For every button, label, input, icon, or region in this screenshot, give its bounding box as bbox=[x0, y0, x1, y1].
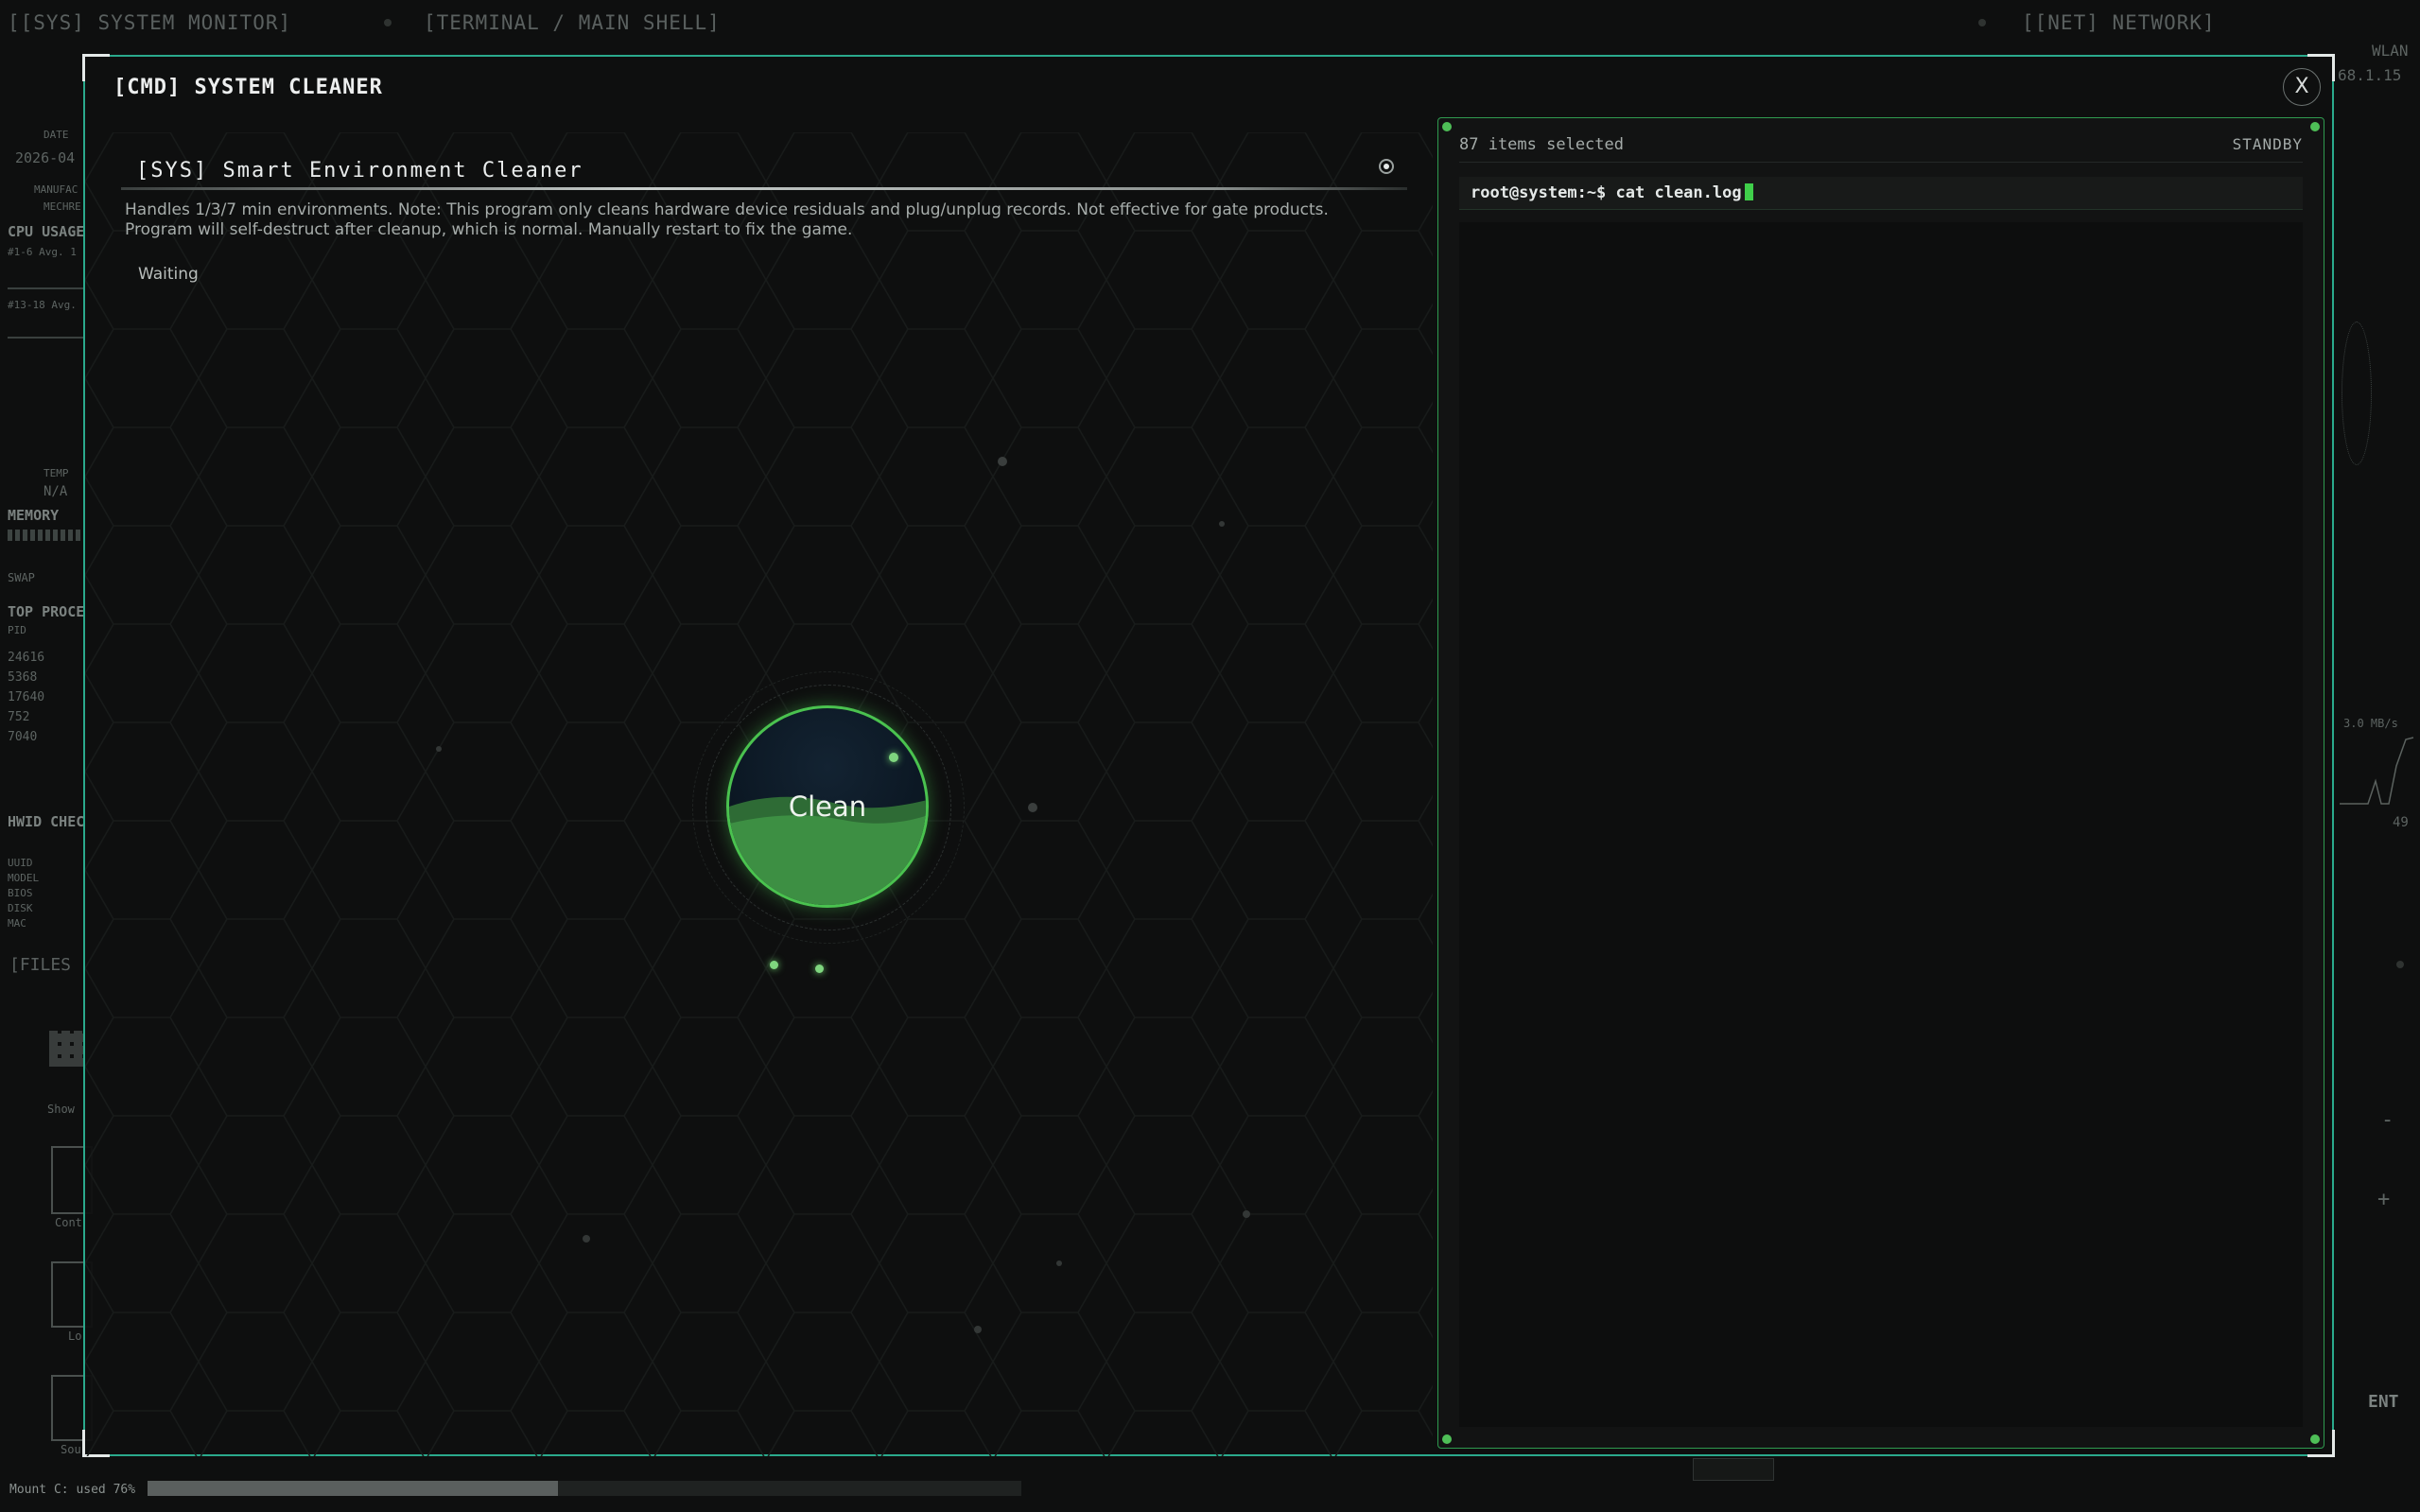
enter-key[interactable]: ENT bbox=[2368, 1392, 2399, 1412]
rate-graph bbox=[2340, 737, 2414, 805]
zoom-in-button[interactable]: + bbox=[2377, 1188, 2390, 1211]
mount-label: Mount C: used 76% bbox=[9, 1483, 136, 1497]
panel-dot bbox=[384, 19, 392, 26]
memory-grid bbox=[8, 530, 83, 541]
folder-label: Sou bbox=[61, 1443, 81, 1456]
hwid-row: MODEL bbox=[8, 872, 40, 884]
mount-usage-bar bbox=[148, 1481, 1021, 1496]
show-label: Show bbox=[47, 1103, 75, 1116]
rate-value: 49 bbox=[2393, 815, 2409, 830]
hwid-label: HWID CHEC bbox=[8, 813, 85, 830]
clean-button-label: Clean bbox=[788, 791, 867, 823]
modal-corner bbox=[82, 54, 110, 81]
grid-view-icon[interactable] bbox=[49, 1031, 85, 1067]
hwid-row: UUID bbox=[8, 857, 33, 869]
prompt-text: root@system:~$ bbox=[1471, 183, 1616, 202]
taskbar-button[interactable] bbox=[1693, 1458, 1774, 1481]
temp-value: N/A bbox=[44, 484, 68, 499]
globe-icon bbox=[2342, 322, 2372, 465]
mech-label: MECHRE bbox=[44, 200, 81, 213]
spark bbox=[770, 961, 778, 969]
ip-value: 68.1.15 bbox=[2338, 66, 2402, 84]
hwid-row: MAC bbox=[8, 917, 26, 930]
cpu-graph-1 bbox=[8, 287, 83, 289]
selected-count: 87 items selected bbox=[1459, 135, 1624, 154]
terminal-corner-dot bbox=[1442, 122, 1452, 131]
title-divider bbox=[121, 187, 1407, 190]
cpu-group-1: #1-6 Avg. 1 bbox=[8, 246, 77, 258]
top-processes-label: TOP PROCE bbox=[8, 603, 85, 620]
temp-label: TEMP bbox=[44, 467, 69, 479]
cleaner-title: [SYS] Smart Environment Cleaner bbox=[136, 159, 583, 182]
cpu-group-2: #13-18 Avg. bbox=[8, 299, 77, 311]
date-value: 2026-04 bbox=[15, 149, 76, 166]
terminal-panel: 87 items selected STANDBY root@system:~$… bbox=[1437, 117, 2324, 1449]
pid-row: 17640 bbox=[8, 690, 45, 704]
spark bbox=[815, 965, 824, 973]
folder-label: Lo bbox=[68, 1330, 82, 1343]
cleaner-status: Waiting bbox=[138, 265, 199, 284]
cpu-graph-2 bbox=[8, 337, 83, 339]
mount-usage-fill bbox=[148, 1481, 559, 1496]
pid-header: PID bbox=[8, 624, 26, 636]
date-label: DATE bbox=[44, 129, 69, 141]
pid-row: 24616 bbox=[8, 651, 45, 665]
terminal-cursor bbox=[1744, 183, 1753, 200]
terminal-prompt-line[interactable]: root@system:~$ cat clean.log bbox=[1459, 177, 2303, 210]
panel-dot bbox=[1978, 19, 1986, 26]
terminal-output[interactable] bbox=[1459, 222, 2303, 1427]
pid-row: 5368 bbox=[8, 670, 38, 685]
terminal-header: 87 items selected STANDBY bbox=[1459, 133, 2303, 163]
pid-row: 7040 bbox=[8, 730, 38, 744]
modal-title: [CMD] SYSTEM CLEANER bbox=[113, 76, 383, 99]
terminal-command: cat clean.log bbox=[1615, 183, 1742, 202]
terminal-status: STANDBY bbox=[2232, 135, 2303, 153]
network-panel-title: [[NET] NETWORK] bbox=[2022, 11, 2216, 34]
rate-label: 3.0 MB/s bbox=[2343, 717, 2398, 730]
net-dot bbox=[2396, 961, 2404, 968]
spark bbox=[889, 753, 898, 762]
wlan-label: WLAN bbox=[2372, 42, 2409, 60]
cpu-usage-label: CPU USAGE bbox=[8, 223, 85, 240]
sys-monitor-title: [[SYS] SYSTEM MONITOR] bbox=[8, 11, 292, 34]
terminal-panel-title: [TERMINAL / MAIN SHELL] bbox=[424, 11, 721, 34]
cleaner-pane: [SYS] Smart Environment Cleaner Handles … bbox=[121, 142, 1407, 1447]
terminal-corner-dot bbox=[2310, 122, 2320, 131]
filesystem-title: [FILES bbox=[9, 955, 72, 975]
hwid-row: DISK bbox=[8, 902, 33, 914]
system-cleaner-modal: [CMD] SYSTEM CLEANER X [SYS] Smart Envir… bbox=[82, 54, 2335, 1457]
cleaner-description: Handles 1/3/7 min environments. Note: Th… bbox=[125, 200, 1329, 239]
clean-button[interactable]: Clean bbox=[726, 705, 929, 908]
swap-label: SWAP bbox=[8, 571, 35, 584]
terminal-prompt: root@system:~$ cat clean.log bbox=[1471, 183, 1753, 202]
terminal-corner-dot bbox=[1442, 1434, 1452, 1444]
hwid-row: BIOS bbox=[8, 887, 33, 899]
manufacturer-label: MANUFAC bbox=[34, 183, 78, 196]
zoom-out-button[interactable]: - bbox=[2381, 1108, 2394, 1132]
terminal-corner-dot bbox=[2310, 1434, 2320, 1444]
status-indicator-icon bbox=[1379, 159, 1394, 174]
pid-row: 752 bbox=[8, 710, 30, 724]
memory-label: MEMORY bbox=[8, 507, 60, 524]
close-button[interactable]: X bbox=[2283, 68, 2321, 106]
folder-label: Cont bbox=[55, 1216, 82, 1229]
